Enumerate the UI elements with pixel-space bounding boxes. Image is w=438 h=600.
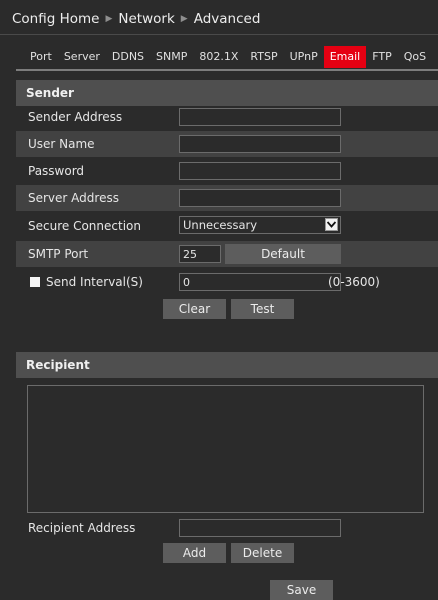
tab-8021x[interactable]: 802.1X xyxy=(193,46,244,68)
server-address-input[interactable] xyxy=(179,189,341,207)
tab-email[interactable]: Email xyxy=(323,46,367,68)
test-button[interactable]: Test xyxy=(231,299,294,319)
clear-button[interactable]: Clear xyxy=(163,299,226,319)
tab-upnp[interactable]: UPnP xyxy=(284,46,324,68)
recipient-list[interactable] xyxy=(27,385,424,513)
send-interval-range: (0-3600) xyxy=(328,275,380,289)
chevron-down-icon[interactable] xyxy=(325,218,338,231)
add-button[interactable]: Add xyxy=(163,543,226,563)
recipient-section-header: Recipient xyxy=(16,352,438,378)
server-address-row: Server Address xyxy=(16,185,438,211)
user-name-row: User Name xyxy=(16,131,438,157)
send-interval-label: Send Interval(S) xyxy=(46,275,143,289)
tab-port[interactable]: Port xyxy=(24,46,58,68)
sender-address-row: Sender Address xyxy=(16,104,438,130)
tab-qos[interactable]: QoS xyxy=(398,46,432,68)
save-button[interactable]: Save xyxy=(270,580,333,600)
user-name-label: User Name xyxy=(28,137,95,151)
breadcrumb-separator-icon: ▶ xyxy=(105,14,113,24)
send-interval-input[interactable] xyxy=(179,273,341,291)
sender-section-header: Sender xyxy=(16,80,438,106)
secure-connection-label: Secure Connection xyxy=(28,219,141,233)
breadcrumb-network[interactable]: Network xyxy=(118,11,174,27)
send-interval-checkbox[interactable] xyxy=(30,277,40,287)
tab-ddns[interactable]: DDNS xyxy=(106,46,150,68)
password-label: Password xyxy=(28,164,85,178)
send-interval-row: Send Interval(S) (0-3600) xyxy=(16,269,438,295)
breadcrumb-separator-icon: ▶ xyxy=(180,14,188,24)
tab-bar: Port Server DDNS SNMP 802.1X RTSP UPnP E… xyxy=(24,46,432,68)
sender-address-label: Sender Address xyxy=(28,110,123,124)
user-name-input[interactable] xyxy=(179,135,341,153)
default-button[interactable]: Default xyxy=(225,244,341,264)
delete-button[interactable]: Delete xyxy=(231,543,294,563)
recipient-address-row: Recipient Address xyxy=(16,515,438,541)
smtp-port-row: SMTP Port Default xyxy=(16,241,438,267)
tab-ftp[interactable]: FTP xyxy=(366,46,398,68)
smtp-port-label: SMTP Port xyxy=(28,247,89,261)
sender-address-input[interactable] xyxy=(179,108,341,126)
recipient-address-label: Recipient Address xyxy=(28,521,136,535)
password-input[interactable] xyxy=(179,162,341,180)
tab-rtsp[interactable]: RTSP xyxy=(244,46,283,68)
tab-divider xyxy=(16,69,438,71)
server-address-label: Server Address xyxy=(28,191,119,205)
secure-connection-row: Secure Connection Unnecessary xyxy=(16,213,438,239)
password-row: Password xyxy=(16,158,438,184)
breadcrumb-advanced: Advanced xyxy=(193,11,261,27)
recipient-address-input[interactable] xyxy=(179,519,341,537)
secure-connection-select[interactable]: Unnecessary xyxy=(179,216,341,234)
breadcrumb: Config Home ▶ Network ▶ Advanced xyxy=(12,11,260,31)
tab-snmp[interactable]: SNMP xyxy=(150,46,193,68)
secure-connection-value: Unnecessary xyxy=(183,218,258,232)
smtp-port-input[interactable] xyxy=(179,245,221,263)
tab-server[interactable]: Server xyxy=(58,46,106,68)
breadcrumb-divider xyxy=(0,34,438,35)
breadcrumb-home[interactable]: Config Home xyxy=(12,11,99,27)
